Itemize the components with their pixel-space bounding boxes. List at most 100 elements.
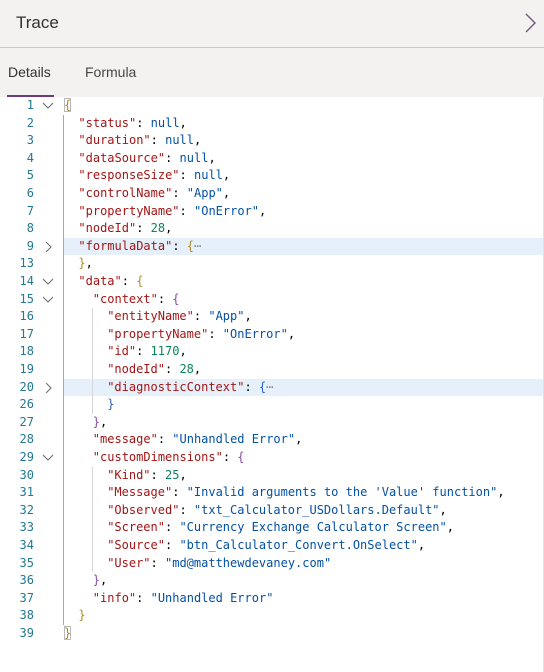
bracket: }: [64, 626, 72, 640]
tab-formula[interactable]: Formula: [85, 64, 136, 80]
fold-chevron-down-icon[interactable]: [42, 273, 56, 290]
json-key: "duration": [78, 133, 151, 148]
code-line[interactable]: 37 "info": "Unhandled Error": [0, 590, 544, 608]
code-text: "data": {: [78, 273, 143, 291]
code-text: "context": {: [93, 291, 180, 309]
punctuation: ,: [179, 344, 187, 359]
punctuation: :: [136, 590, 151, 605]
json-value-string: "App": [186, 186, 223, 200]
punctuation: :: [121, 274, 137, 288]
code-line[interactable]: 39}: [0, 625, 544, 643]
line-number: 20: [19, 379, 34, 394]
code-line[interactable]: 3 "duration": null,: [0, 132, 544, 150]
json-key: "info": [92, 590, 137, 605]
punctuation: :: [222, 450, 238, 464]
json-key: "data": [78, 274, 122, 288]
code-line[interactable]: 38}: [0, 607, 544, 625]
tab-details[interactable]: Details: [8, 64, 51, 80]
code-line[interactable]: 9 "formulaData": {⋯: [0, 237, 544, 256]
punctuation: :: [244, 379, 259, 394]
fold-chevron-down-icon[interactable]: [42, 449, 56, 466]
punctuation: :: [150, 555, 165, 570]
folded-ellipsis[interactable]: ⋯: [194, 239, 201, 253]
json-value-string: "Unhandled Error": [172, 432, 296, 447]
fold-chevron-down-icon[interactable]: [42, 97, 56, 114]
punctuation: ,: [446, 520, 454, 535]
fold-chevron-right-icon[interactable]: [42, 379, 56, 396]
code-line[interactable]: 6 "controlName": "App",: [0, 185, 544, 203]
code-text: "Observed": "txt_Calculator_USDollars.De…: [107, 502, 447, 520]
code-line[interactable]: 16 "entityName": "App",: [0, 308, 544, 326]
line-number: 8: [26, 221, 34, 236]
panel-title: Trace: [16, 13, 59, 32]
code-text: }: [78, 607, 85, 625]
punctuation: :: [150, 133, 166, 148]
code-line[interactable]: 33 "Screen": "Currency Exchange Calculato…: [0, 519, 544, 537]
line-number: 17: [19, 326, 34, 341]
bracket: {: [237, 450, 245, 464]
code-text: {: [64, 97, 72, 115]
punctuation: ,: [295, 432, 303, 447]
code-line[interactable]: 36},: [0, 572, 544, 590]
json-key: "entityName": [107, 309, 194, 324]
code-line[interactable]: 20 "diagnosticContext": {⋯: [0, 378, 544, 397]
code-line[interactable]: 32 "Observed": "txt_Calculator_USDollars.…: [0, 502, 544, 520]
code-text: "Screen": "Currency Exchange Calculator …: [107, 519, 454, 537]
json-key: "Source": [107, 538, 165, 552]
punctuation: ,: [222, 186, 231, 200]
json-value-string: null: [194, 168, 223, 183]
json-code-editor[interactable]: 1{2 "status": null, 3 "duration": null, 4 "da…: [0, 97, 544, 672]
json-key: "status": [78, 115, 137, 130]
code-text: }: [64, 625, 72, 643]
bracket: {: [64, 98, 72, 112]
folded-ellipsis[interactable]: ⋯: [266, 380, 273, 394]
indent-guide: [91, 308, 93, 414]
code-line[interactable]: 17 "propertyName": "OnError",: [0, 326, 544, 344]
fold-chevron-down-icon[interactable]: [42, 291, 56, 308]
code-line[interactable]: 34 "Source": "btn_Calculator_Convert.OnSe…: [0, 537, 544, 555]
line-number: 14: [19, 274, 34, 288]
code-text: "propertyName": "OnError",: [107, 326, 295, 344]
line-number: 33: [19, 520, 34, 535]
json-key: "propertyName": [78, 203, 180, 218]
json-key: "Screen": [107, 520, 165, 535]
line-number: 15: [19, 291, 34, 306]
code-line[interactable]: 15 "context": {: [0, 291, 544, 309]
json-value-string: null: [150, 115, 180, 130]
punctuation: :: [136, 344, 151, 359]
code-line[interactable]: 19 "nodeId": 28,: [0, 361, 544, 379]
json-value-string: "btn_Calculator_Convert.OnSelect": [179, 538, 418, 552]
code-line[interactable]: 28 "message": "Unhandled Error",: [0, 431, 544, 449]
code-line[interactable]: 8 "nodeId": 28,: [0, 220, 544, 238]
code-line[interactable]: 26}: [0, 396, 544, 414]
line-number: 19: [19, 362, 34, 376]
code-line[interactable]: 31 "Message": "Invalid arguments to the '…: [0, 484, 544, 502]
punctuation: ,: [244, 309, 252, 324]
json-value-string: "Currency Exchange Calculator Screen": [179, 520, 447, 535]
code-text: "nodeId": 28,: [107, 361, 201, 379]
code-line[interactable]: 7 "propertyName": "OnError",: [0, 203, 544, 221]
fold-chevron-right-icon[interactable]: [42, 238, 56, 255]
chevron-right-icon[interactable]: [524, 12, 538, 34]
punctuation: :: [172, 238, 187, 253]
code-line[interactable]: 2 "status": null,: [0, 115, 544, 133]
code-line[interactable]: 14 "data": {: [0, 273, 544, 291]
code-text: },: [93, 414, 107, 432]
code-line[interactable]: 1{: [0, 97, 544, 115]
json-value-string: "App": [208, 309, 245, 324]
json-key: "propertyName": [107, 326, 209, 341]
json-value-string: "txt_Calculator_USDollars.Default": [193, 502, 440, 517]
code-line[interactable]: 18 "id": 1170,: [0, 343, 544, 361]
code-text: },: [93, 572, 107, 590]
code-line[interactable]: 30 "Kind": 25,: [0, 467, 544, 485]
code-line[interactable]: 29 "customDimensions": {: [0, 449, 544, 467]
line-number: 16: [19, 309, 34, 324]
json-value-number: 28: [150, 221, 166, 236]
punctuation: ,: [259, 203, 267, 218]
json-value-string: null: [179, 150, 209, 165]
code-line[interactable]: 35 "User": "md@matthewdevaney.com": [0, 555, 544, 573]
code-line[interactable]: 13},: [0, 255, 544, 273]
code-line[interactable]: 27},: [0, 414, 544, 432]
code-line[interactable]: 4 "dataSource": null,: [0, 150, 544, 168]
code-line[interactable]: 5 "responseSize": null,: [0, 167, 544, 185]
